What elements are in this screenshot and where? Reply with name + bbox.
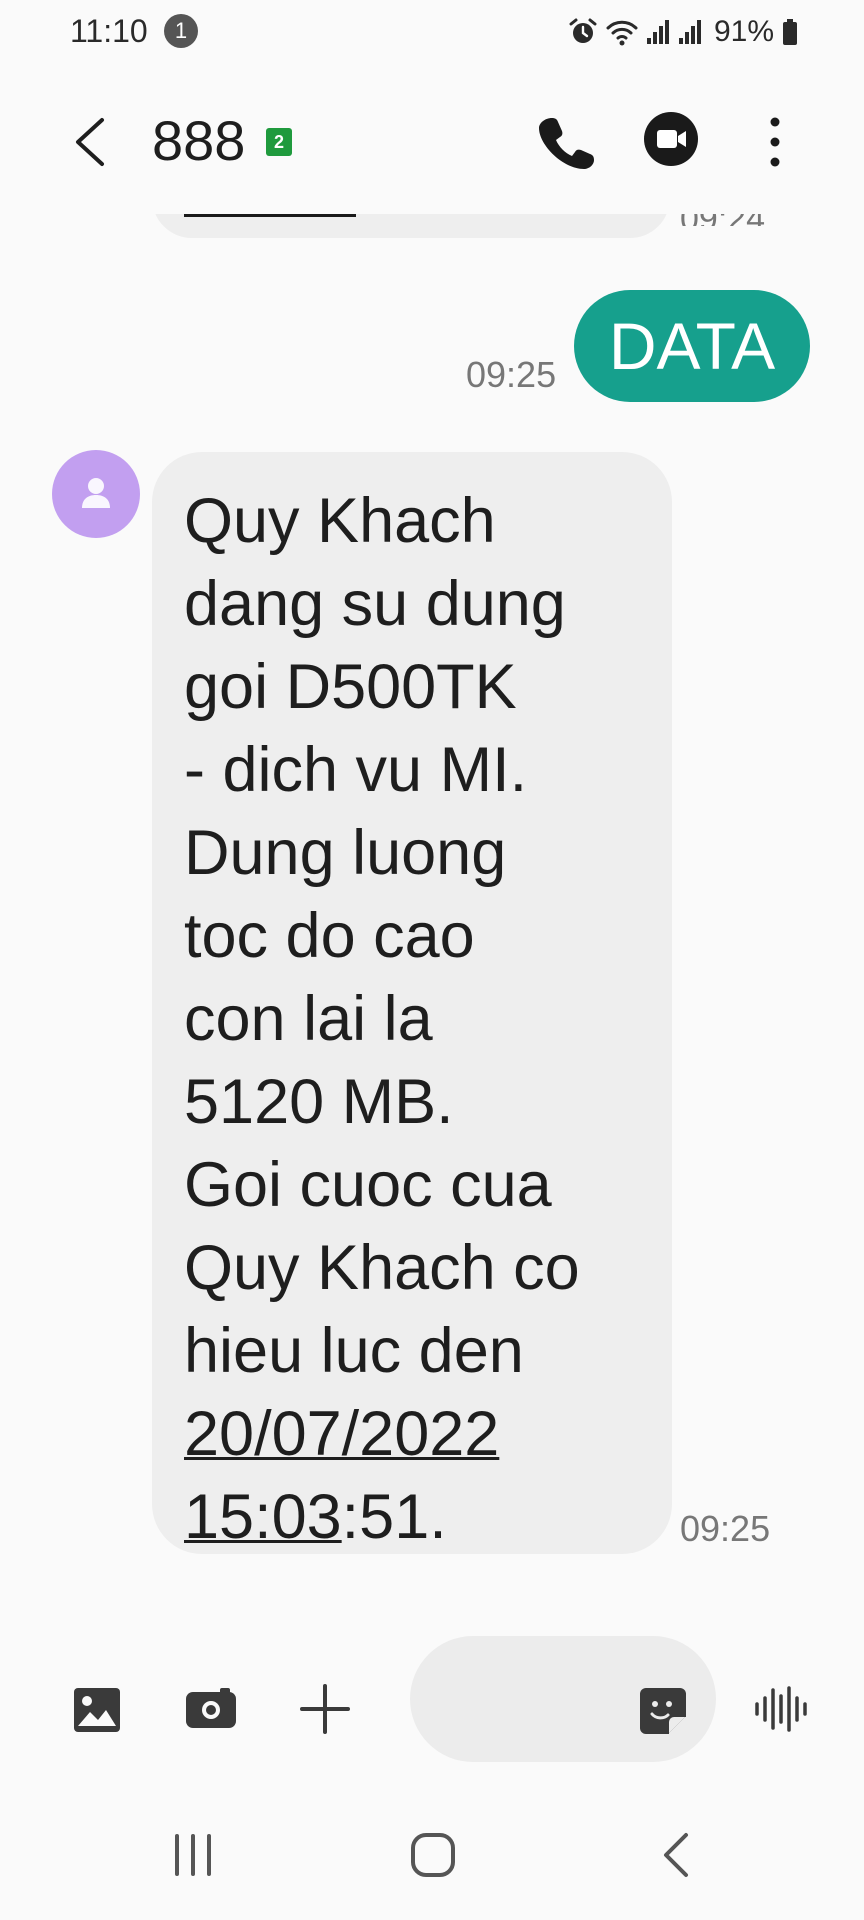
call-button[interactable]	[538, 114, 594, 170]
signal-1-icon	[646, 20, 669, 44]
status-time: 11:10	[70, 13, 148, 49]
contact-avatar[interactable]	[52, 450, 140, 538]
battery-percentage: 91%	[713, 15, 774, 48]
more-options-button[interactable]	[760, 112, 790, 172]
message-line-time: 15:03:51.	[184, 1476, 640, 1559]
camera-icon	[186, 1688, 236, 1728]
camera-button[interactable]	[184, 1686, 238, 1730]
gallery-icon	[74, 1688, 120, 1732]
incoming-message-bubble[interactable]: Quy Khach dang su dung goi D500TK - dich…	[152, 452, 672, 1554]
signal-2-icon	[678, 20, 701, 44]
nav-back-icon	[664, 1833, 688, 1877]
previous-message-underline	[184, 214, 356, 217]
video-call-button[interactable]	[644, 112, 698, 166]
recent-apps-button[interactable]	[172, 1834, 214, 1876]
message-line: - dich vu MI.	[184, 735, 528, 805]
status-icons: 91%	[568, 14, 798, 50]
outgoing-message-bubble[interactable]: DATA	[574, 290, 810, 402]
voice-waveform-icon	[755, 1686, 807, 1732]
outgoing-message-time: 09:25	[466, 354, 557, 395]
message-line: Quy Khach co	[184, 1233, 580, 1303]
contact-name[interactable]: 888	[152, 108, 245, 173]
date-link[interactable]: 20/07/2022	[184, 1399, 499, 1469]
message-line-date: 20/07/2022	[184, 1393, 640, 1476]
message-line: goi D500TK	[184, 652, 517, 722]
message-line: Goi cuoc cua	[184, 1150, 552, 1220]
person-icon	[82, 478, 110, 508]
conversation-header: 888 2	[0, 92, 864, 192]
gallery-button[interactable]	[72, 1686, 122, 1734]
messages-screen: 09:24 11:10 1 91% 888 2 09:25 DATA Quy K…	[0, 0, 864, 1920]
video-call-icon	[657, 130, 686, 148]
status-bar: 11:10 1 91%	[0, 0, 864, 64]
message-line: Dung luong	[184, 818, 507, 888]
message-line: 5120 MB.	[184, 1067, 454, 1137]
wifi-icon	[606, 20, 638, 46]
time-seconds-text: :51.	[341, 1482, 447, 1552]
message-line: hieu luc den	[184, 1316, 524, 1386]
recent-apps-icon	[175, 1834, 211, 1876]
notification-count-badge: 1	[164, 14, 198, 48]
back-button[interactable]	[66, 112, 116, 172]
attach-button[interactable]	[298, 1682, 352, 1736]
system-navigation-bar	[0, 1800, 864, 1920]
phone-icon	[539, 118, 594, 169]
chevron-left-icon	[76, 118, 104, 166]
nav-back-button[interactable]	[662, 1832, 690, 1878]
alarm-icon	[569, 18, 597, 43]
message-line: Quy Khach	[184, 486, 496, 556]
message-line: dang su dung	[184, 569, 566, 639]
sticker-icon	[640, 1688, 686, 1734]
battery-icon	[783, 19, 797, 45]
message-line: con lai la	[184, 984, 433, 1054]
time-link[interactable]: 15:03	[184, 1482, 342, 1552]
more-vert-icon	[770, 117, 780, 167]
plus-icon	[300, 1684, 350, 1734]
voice-record-button[interactable]	[754, 1684, 808, 1734]
incoming-message-time: 09:25	[680, 1508, 771, 1549]
home-icon	[411, 1833, 455, 1877]
message-line: toc do cao	[184, 901, 475, 971]
sim-card-badge: 2	[266, 128, 292, 156]
message-composer	[0, 1630, 864, 1762]
sticker-button[interactable]	[638, 1686, 688, 1736]
home-button[interactable]	[410, 1832, 456, 1878]
